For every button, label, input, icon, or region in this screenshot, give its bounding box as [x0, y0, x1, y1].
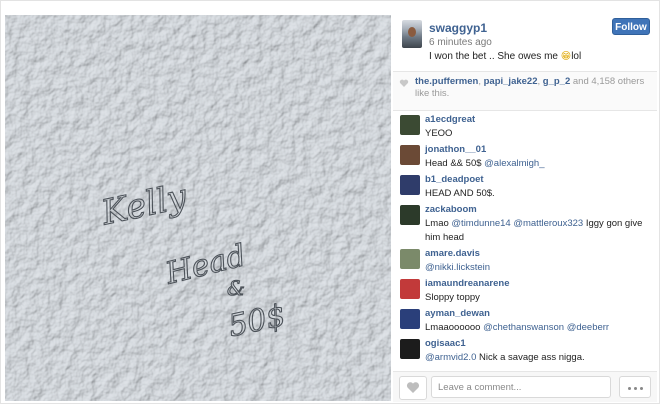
post-caption: I won the bet .. She owes me 😁lol: [429, 51, 581, 62]
caption-suffix: lol: [571, 51, 582, 62]
likes-section: the.puffermen, papi_jake22, g_p_2 and 4,…: [393, 72, 657, 110]
ellipsis-icon: [640, 387, 643, 390]
post-frame: Kelly Head & 50$ swaggyp1 6 minutes ago …: [0, 0, 660, 404]
comment-text: HEAD AND 50$.: [425, 188, 495, 199]
commenter-username[interactable]: ayman_dewan: [425, 308, 490, 319]
comment-text: @nikki.lickstein: [425, 261, 649, 275]
comment-mention[interactable]: @nikki.lickstein: [425, 262, 490, 273]
comment-mention[interactable]: @mattleroux323: [513, 218, 583, 229]
commenter-avatar[interactable]: [400, 145, 420, 165]
heart-icon: [399, 79, 409, 87]
comment-text: @armvid2.0 Nick a savage ass nigga.: [425, 351, 649, 365]
post-header: swaggyp1 6 minutes ago I won the bet .. …: [393, 15, 657, 71]
commenter-username[interactable]: b1_deadpoet: [425, 174, 484, 185]
commenter-avatar[interactable]: [400, 309, 420, 329]
comment-mention[interactable]: @deeberr: [567, 322, 609, 333]
commenter-username[interactable]: a1ecdgreat: [425, 114, 475, 125]
handwriting-line-3: &: [227, 276, 245, 300]
commenter-avatar[interactable]: [400, 339, 420, 359]
likes-text: the.puffermen, papi_jake22, g_p_2 and 4,…: [415, 76, 651, 100]
comment-footer: [393, 371, 657, 402]
caption-text: I won the bet .. She owes me: [429, 51, 558, 62]
liker-2[interactable]: papi_jake22: [484, 76, 538, 87]
author-username[interactable]: swaggyp1: [429, 21, 487, 35]
comment-mention[interactable]: @chethanswanson: [483, 322, 564, 333]
like-button[interactable]: [399, 376, 427, 400]
commenter-username[interactable]: zackaboom: [425, 204, 477, 215]
comment-text-part: Head && 50$: [425, 158, 485, 169]
comment-text-part: Nick a savage ass nigga.: [476, 352, 585, 363]
commenter-avatar[interactable]: [400, 205, 420, 225]
commenter-username[interactable]: ogisaac1: [425, 338, 466, 349]
napkin-image: Kelly Head & 50$: [5, 15, 391, 401]
likes-and: and: [570, 76, 592, 87]
commenter-username[interactable]: jonathon__01: [425, 144, 486, 155]
comment-text: Lmaaoooooo @chethanswanson @deeberr: [425, 321, 649, 335]
commenter-username[interactable]: amare.davis: [425, 248, 480, 259]
comment-text-part: Lmaaoooooo: [425, 322, 484, 333]
liker-1[interactable]: the.puffermen: [415, 76, 478, 87]
grin-emoji-icon: 😁: [560, 51, 572, 62]
commenter-avatar[interactable]: [400, 175, 420, 195]
commenter-avatar[interactable]: [400, 249, 420, 269]
comment-input[interactable]: [431, 376, 611, 398]
comment-text: Sloppy toppy: [425, 292, 480, 303]
likes-count[interactable]: 4,158: [591, 76, 615, 87]
ellipsis-icon: [628, 387, 631, 390]
post-timestamp[interactable]: 6 minutes ago: [429, 37, 492, 48]
comment-text-part: Lmao: [425, 218, 452, 229]
comment-text: YEOO: [425, 128, 453, 139]
liker-3[interactable]: g_p_2: [543, 76, 570, 87]
post-side-panel: swaggyp1 6 minutes ago I won the bet .. …: [393, 15, 657, 402]
ellipsis-icon: [634, 387, 637, 390]
commenter-username[interactable]: iamaundreanarene: [425, 278, 509, 289]
comment-text: Head && 50$ @alexalmigh_: [425, 157, 649, 171]
comment-mention[interactable]: @alexalmigh_: [484, 158, 544, 169]
follow-button[interactable]: Follow: [612, 18, 650, 35]
comments-list[interactable]: a1ecdgreat YEOO jonathon__01 Head && 50$…: [393, 111, 657, 371]
commenter-avatar[interactable]: [400, 115, 420, 135]
comment-mention[interactable]: @timdunne14: [451, 218, 510, 229]
post-photo[interactable]: Kelly Head & 50$: [5, 15, 391, 401]
heart-icon: [406, 382, 420, 393]
commenter-avatar[interactable]: [400, 279, 420, 299]
author-avatar[interactable]: [402, 20, 422, 48]
comment-text: Lmao @timdunne14 @mattleroux323 Iggy gon…: [425, 217, 649, 245]
comment-mention[interactable]: @armvid2.0: [425, 352, 476, 363]
more-options-button[interactable]: [619, 376, 651, 398]
